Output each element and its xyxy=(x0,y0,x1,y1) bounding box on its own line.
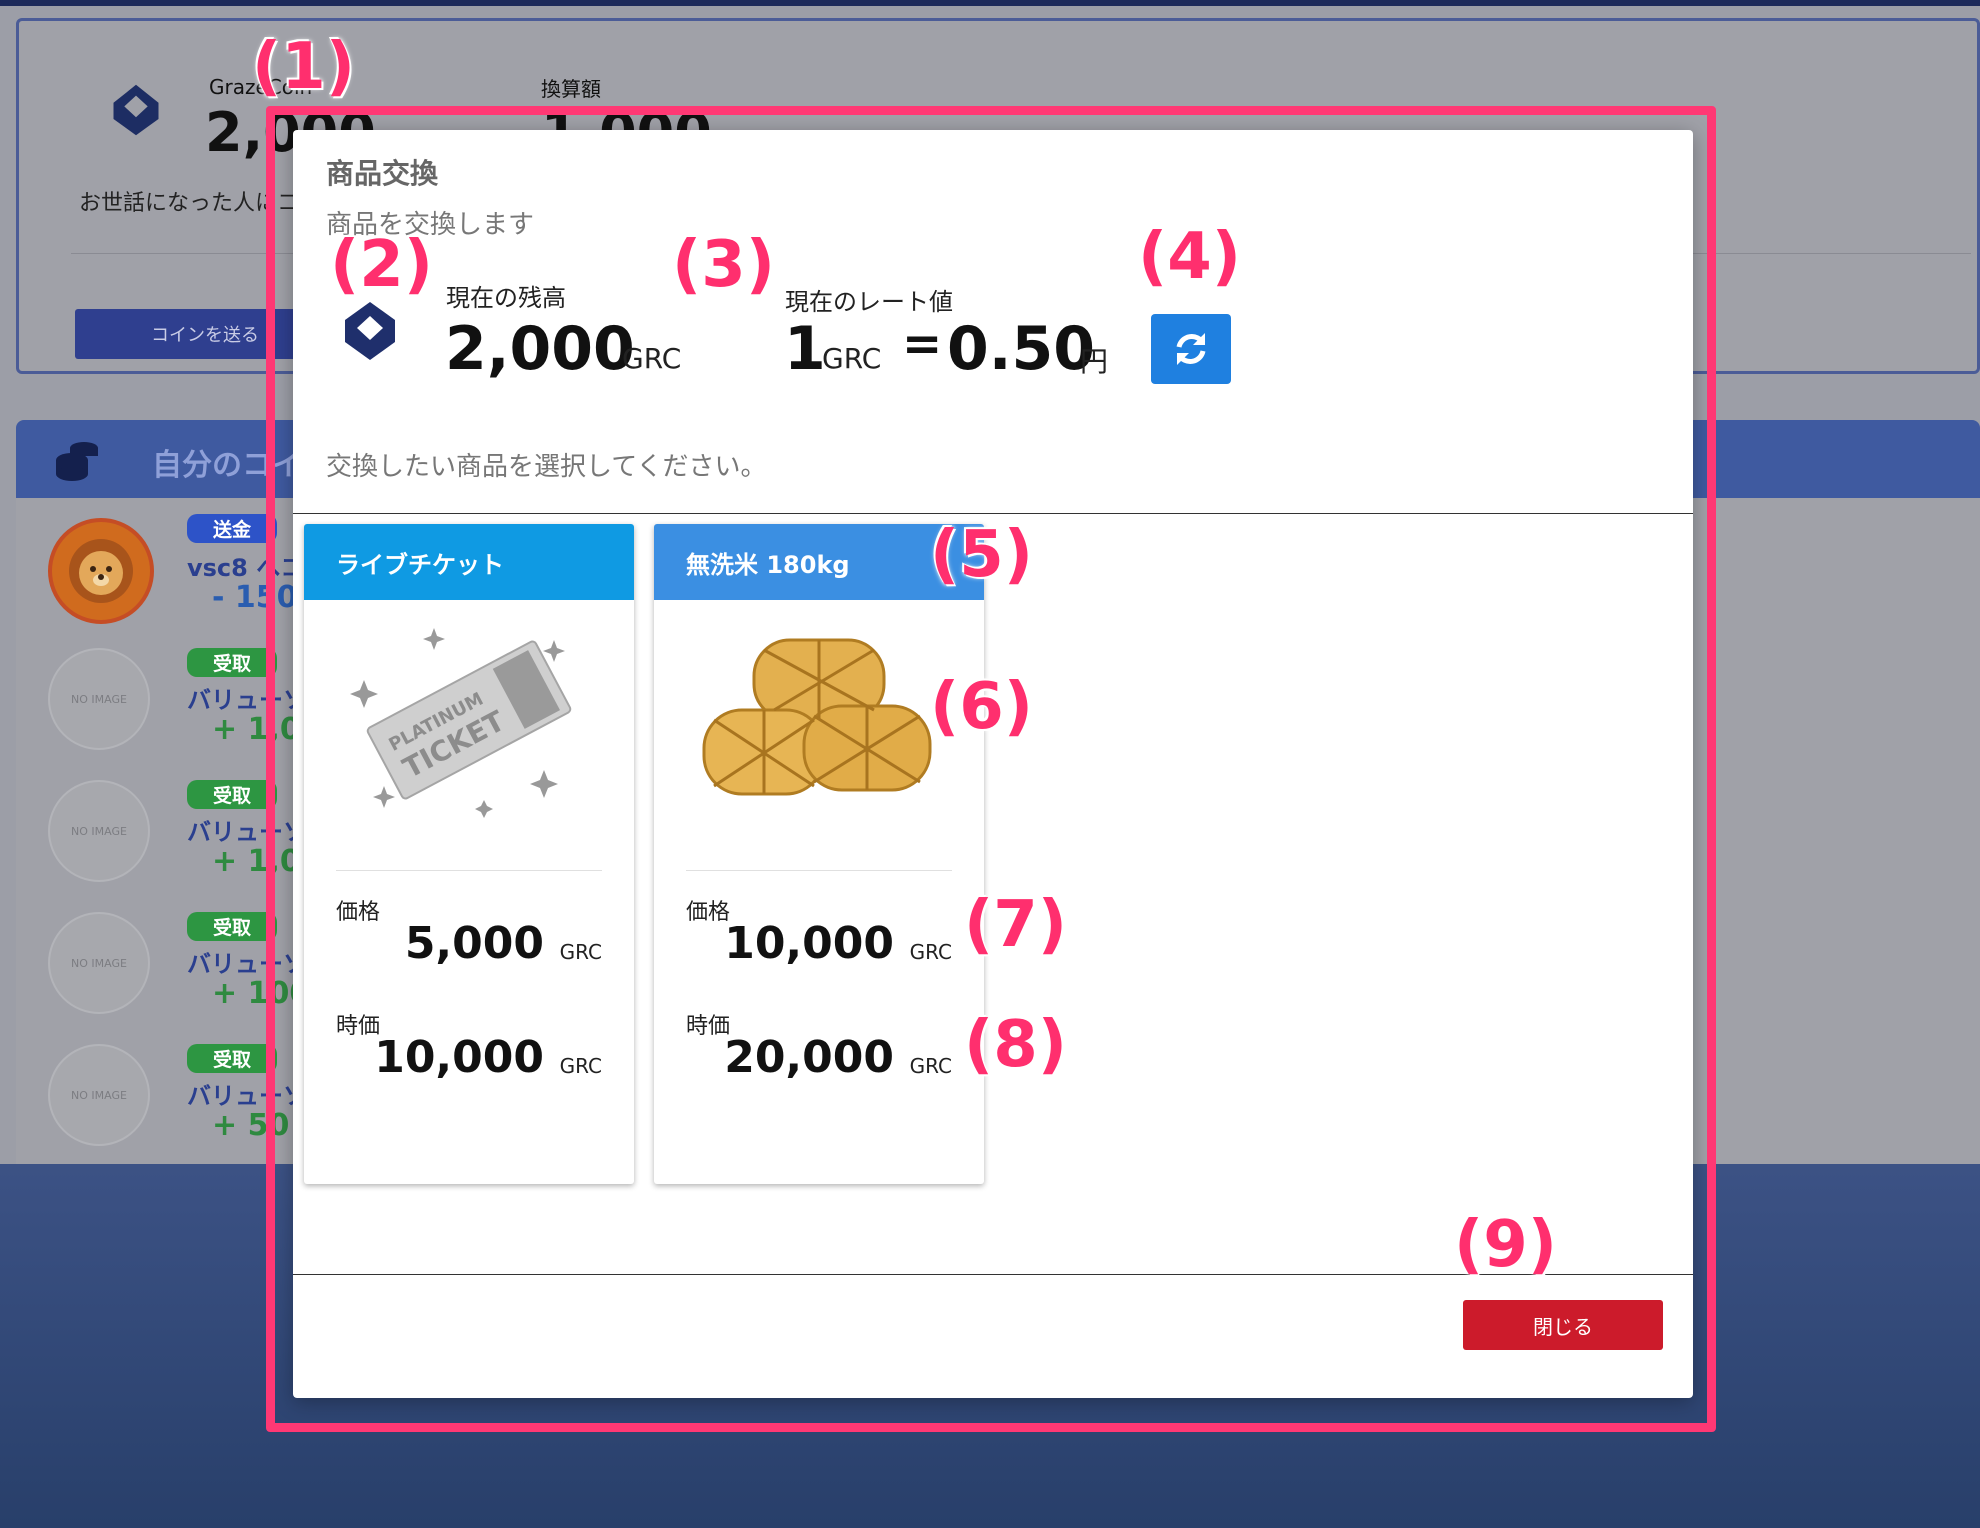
receive-tag: 受取 xyxy=(187,648,278,677)
no-image-avatar: NO IMAGE xyxy=(48,912,150,1014)
coins-stack-icon xyxy=(56,442,98,481)
no-image-avatar: NO IMAGE xyxy=(48,1044,150,1146)
annotation-label-6: (6) xyxy=(930,670,1034,744)
no-image-avatar: NO IMAGE xyxy=(48,648,150,750)
send-tag: 送金 xyxy=(187,514,278,543)
annotation-label-1: (1) xyxy=(252,30,356,104)
converted-label: 換算額 xyxy=(541,77,601,101)
receive-tag: 受取 xyxy=(187,1044,278,1073)
lion-avatar xyxy=(48,518,154,624)
annotation-label-8: (8) xyxy=(964,1008,1068,1082)
annotation-label-5: (5) xyxy=(930,518,1034,592)
annotation-label-9: (9) xyxy=(1454,1208,1558,1282)
annotation-label-4: (4) xyxy=(1138,220,1242,294)
no-image-avatar: NO IMAGE xyxy=(48,780,150,882)
annotation-label-7: (7) xyxy=(964,888,1068,962)
annotation-label-2: (2) xyxy=(330,228,434,302)
coin-logo-icon xyxy=(113,84,159,136)
lion-icon xyxy=(69,539,133,603)
annotation-label-3: (3) xyxy=(672,228,776,302)
receive-tag: 受取 xyxy=(187,912,278,941)
receive-tag: 受取 xyxy=(187,780,278,809)
